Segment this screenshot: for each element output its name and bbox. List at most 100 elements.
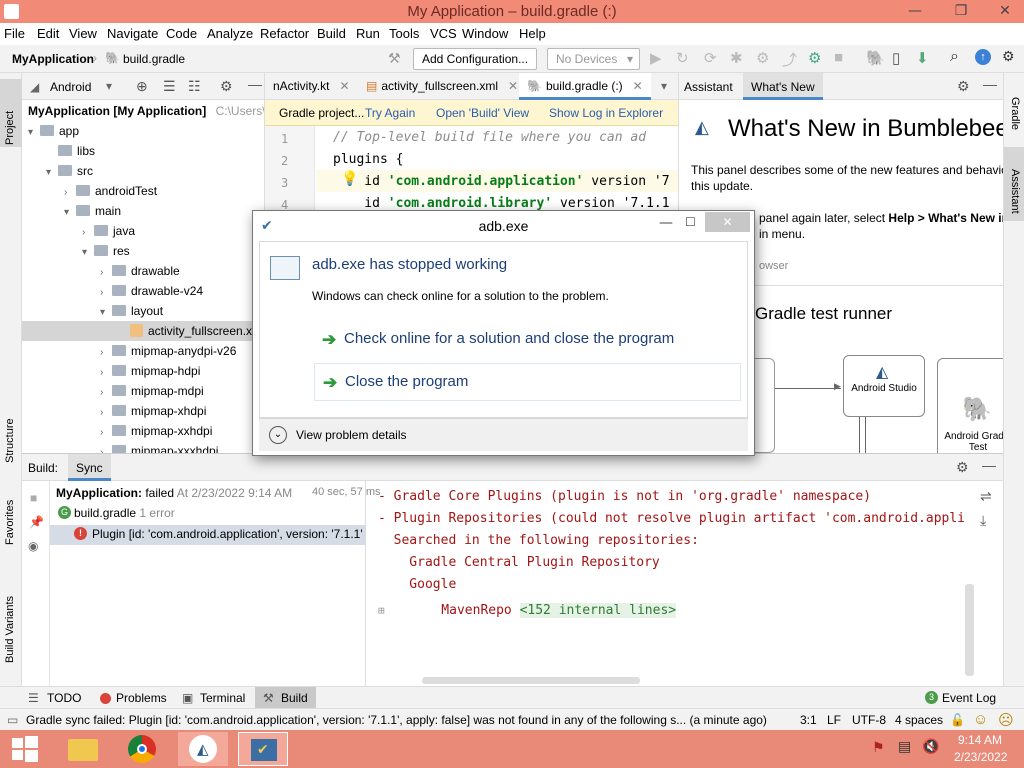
- tree-folder[interactable]: ▾ res: [82, 241, 130, 261]
- tree-folder[interactable]: › androidTest: [64, 181, 157, 201]
- locate-icon[interactable]: ⊕: [136, 78, 148, 95]
- chevron-right-icon[interactable]: ›: [82, 223, 94, 243]
- problems-tab[interactable]: Problems: [116, 691, 167, 705]
- tree-folder[interactable]: ▾ main: [64, 201, 121, 221]
- menu-edit[interactable]: Edit: [37, 26, 59, 41]
- check-online-option[interactable]: ➔ Check online for a solution and close t…: [314, 321, 741, 359]
- dialog-maximize-button[interactable]: ☐: [685, 215, 696, 229]
- add-configuration-button[interactable]: Add Configuration...: [413, 48, 538, 70]
- tree-folder[interactable]: › mipmap-mdpi: [100, 381, 204, 401]
- apply-changes-icon[interactable]: ⟳: [704, 49, 717, 67]
- minimize-button[interactable]: —: [900, 2, 930, 20]
- chevron-down-icon[interactable]: ▾: [28, 123, 40, 143]
- build-variants-tool-button[interactable]: Build Variants: [4, 596, 16, 663]
- internal-lines-link[interactable]: <152 internal lines>: [519, 603, 677, 618]
- tree-folder[interactable]: › mipmap-hdpi: [100, 361, 200, 381]
- scroll-end-icon[interactable]: ⤓: [980, 512, 986, 529]
- run-icon[interactable]: ▶: [650, 49, 662, 67]
- build-output-line[interactable]: Google: [378, 577, 456, 592]
- chevron-down-icon[interactable]: ▾: [46, 163, 58, 183]
- pin-icon[interactable]: 📌: [29, 515, 44, 529]
- view-dropdown-icon[interactable]: ▾: [106, 79, 112, 93]
- tree-folder[interactable]: › drawable: [100, 261, 180, 281]
- chevron-down-icon[interactable]: ▾: [64, 203, 76, 223]
- status-message[interactable]: Gradle sync failed: Plugin [id: 'com.and…: [26, 713, 786, 727]
- chevron-right-icon[interactable]: ›: [64, 183, 76, 203]
- build-error-node[interactable]: Plugin [id: 'com.android.application', v…: [92, 527, 363, 541]
- assistant-tool-button[interactable]: Assistant: [1009, 169, 1021, 214]
- close-button[interactable]: ✕: [990, 2, 1020, 20]
- menu-window[interactable]: Window: [462, 26, 508, 41]
- code-line-1[interactable]: // Top-level build file where you can ad: [333, 130, 646, 145]
- show-log-link[interactable]: Show Log in Explorer: [549, 106, 663, 120]
- menu-vcs[interactable]: VCS: [430, 26, 457, 41]
- network-icon[interactable]: ▤: [898, 739, 911, 755]
- adb-taskbar-icon[interactable]: ✔: [238, 732, 288, 766]
- structure-tool-button[interactable]: Structure: [4, 418, 16, 463]
- tree-folder[interactable]: ▾ app: [28, 121, 79, 141]
- cursor-position[interactable]: 3:1: [800, 713, 817, 727]
- tab-close-icon[interactable]: ✕: [633, 79, 643, 93]
- panel-settings-icon[interactable]: ⚙: [220, 78, 233, 95]
- chevron-right-icon[interactable]: ›: [100, 383, 112, 403]
- tree-folder[interactable]: ▾ src: [46, 161, 93, 181]
- expand-details-icon[interactable]: ⌄: [269, 426, 287, 444]
- build-output-line-6[interactable]: MavenRepo <152 internal lines>: [410, 603, 677, 618]
- code-line-2[interactable]: plugins {: [333, 152, 403, 167]
- breadcrumb-file[interactable]: build.gradle: [123, 52, 185, 66]
- lock-icon[interactable]: 🔓: [950, 713, 965, 727]
- avd-manager-icon[interactable]: ▯: [892, 49, 900, 67]
- file-encoding[interactable]: UTF-8: [852, 713, 886, 727]
- volume-icon[interactable]: 🔇: [922, 739, 939, 755]
- build-hide-icon[interactable]: —: [982, 457, 996, 473]
- flag-icon[interactable]: ⚑: [872, 740, 885, 756]
- build-output-line[interactable]: Gradle Central Plugin Repository: [378, 555, 659, 570]
- line-separator[interactable]: LF: [827, 713, 841, 727]
- stop-build-icon[interactable]: ■: [30, 491, 37, 505]
- chevron-right-icon[interactable]: ›: [100, 403, 112, 423]
- tab-activity-fullscreen[interactable]: ▤ activity_fullscreen.xml ✕: [358, 73, 526, 100]
- taskbar-time[interactable]: 9:14 AM: [958, 733, 1002, 747]
- stop-icon[interactable]: ■: [834, 49, 843, 66]
- tree-folder[interactable]: › java: [82, 221, 135, 241]
- whats-new-tab[interactable]: What's New: [743, 73, 823, 100]
- menu-build[interactable]: Build: [317, 26, 346, 41]
- project-root[interactable]: MyApplication [My Application] C:\Users\…: [28, 101, 264, 121]
- android-studio-taskbar-icon[interactable]: ◭: [178, 732, 228, 766]
- tree-folder[interactable]: › drawable-v24: [100, 281, 203, 301]
- chevron-right-icon[interactable]: ›: [100, 423, 112, 443]
- terminal-tab[interactable]: Terminal: [200, 691, 245, 705]
- menu-code[interactable]: Code: [166, 26, 197, 41]
- vertical-scrollbar[interactable]: [965, 584, 974, 676]
- chevron-right-icon[interactable]: ›: [100, 363, 112, 383]
- menu-tools[interactable]: Tools: [389, 26, 419, 41]
- code-line-4[interactable]: id 'com.android.library' version '7.1.1: [333, 196, 669, 211]
- build-settings-icon[interactable]: ⚙: [956, 459, 969, 476]
- assistant-tab[interactable]: Assistant: [684, 80, 733, 94]
- try-again-link[interactable]: Try Again: [365, 106, 415, 120]
- tab-close-icon[interactable]: ✕: [339, 79, 349, 93]
- todo-tab[interactable]: TODO: [47, 691, 81, 705]
- favorites-tool-button[interactable]: Favorites: [4, 500, 16, 545]
- start-button[interactable]: [0, 732, 50, 766]
- horizontal-scrollbar[interactable]: [422, 677, 640, 684]
- dialog-minimize-button[interactable]: —: [659, 215, 673, 231]
- menu-navigate[interactable]: Navigate: [107, 26, 158, 41]
- tree-folder[interactable]: › mipmap-xhdpi: [100, 401, 206, 421]
- hammer-icon[interactable]: ⚒: [388, 50, 401, 67]
- sync-project-icon[interactable]: 🐘: [866, 49, 885, 67]
- feedback-icon[interactable]: ☺: [973, 711, 988, 728]
- chevron-right-icon[interactable]: ›: [100, 263, 112, 283]
- open-browser-link[interactable]: owser: [759, 260, 788, 272]
- gradle-tool-button[interactable]: Gradle: [1009, 97, 1021, 130]
- tab-close-icon[interactable]: ✕: [508, 79, 518, 93]
- tree-folder[interactable]: libs: [46, 141, 95, 161]
- assistant-hide-icon[interactable]: —: [983, 76, 997, 92]
- event-log-tab[interactable]: Event Log: [942, 691, 996, 705]
- expand-all-icon[interactable]: ☰: [163, 78, 176, 95]
- chevron-right-icon[interactable]: ›: [100, 343, 112, 363]
- hide-panel-icon[interactable]: —: [248, 76, 262, 92]
- device-selector[interactable]: No Devices ▾: [547, 48, 640, 70]
- build-root[interactable]: MyApplication: failed At 2/23/2022 9:14 …: [56, 486, 292, 500]
- update-icon[interactable]: ↑: [975, 49, 991, 65]
